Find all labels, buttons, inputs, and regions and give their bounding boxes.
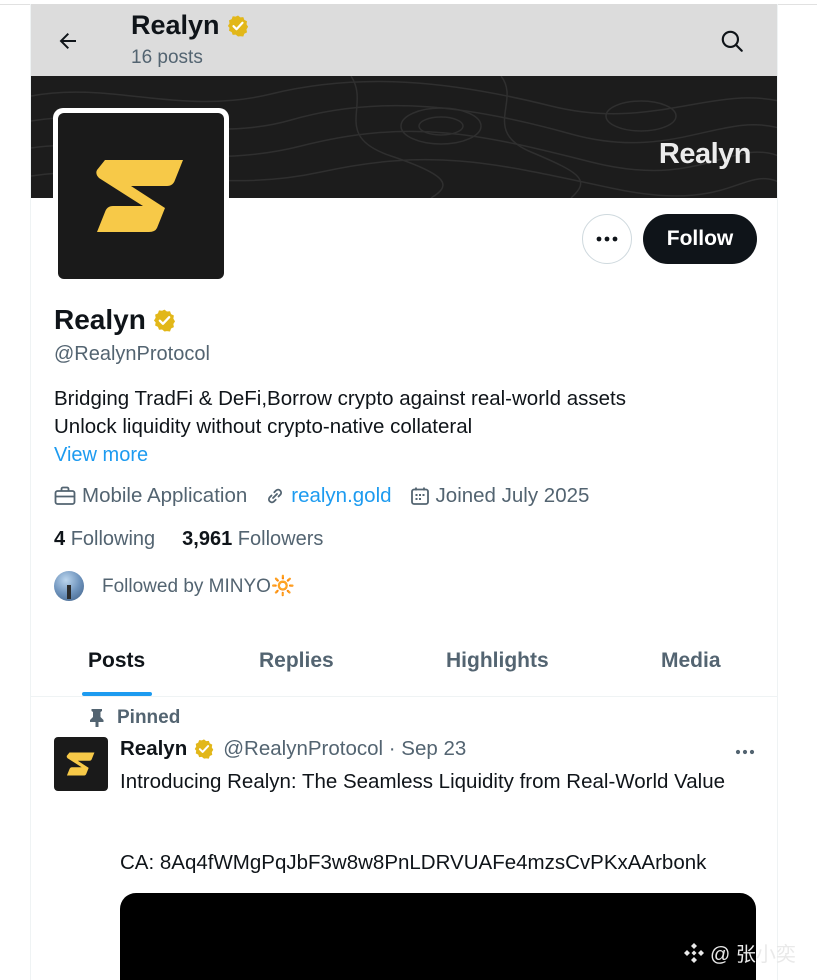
tab-highlights[interactable]: Highlights — [446, 649, 549, 673]
bio-line: Unlock liquidity without crypto-native c… — [54, 415, 473, 438]
verified-badge-icon[interactable] — [193, 738, 215, 760]
binance-logo-icon — [684, 942, 704, 963]
profile-tabs: Posts Replies Highlights Media — [31, 629, 777, 697]
arrow-left-icon — [59, 33, 76, 49]
calendar-icon — [410, 487, 429, 505]
follow-button[interactable]: Follow — [643, 214, 757, 264]
following-label: Following — [70, 528, 156, 550]
more-horizontal-icon — [735, 749, 755, 755]
profile-avatar[interactable] — [53, 108, 229, 284]
bio-line: Bridging TradFi & DeFi,Borrow crypto aga… — [54, 387, 626, 410]
post-contract-address: CA: 8Aq4fWMgPqJbF3w8w8PnLDRVUAFe4mzsCvPK… — [120, 851, 707, 874]
search-button[interactable] — [715, 24, 749, 58]
profile-header: Realyn 16 posts — [31, 4, 777, 76]
more-horizontal-icon — [596, 236, 618, 242]
following-link[interactable]: 4 Following — [54, 528, 155, 551]
view-more-link[interactable]: View more — [54, 444, 148, 467]
verified-badge-icon[interactable] — [152, 308, 177, 333]
tab-posts[interactable]: Posts — [88, 649, 145, 673]
profile-page: Realyn 16 posts Realyn Follow Realyn @Re… — [30, 4, 778, 980]
followed-by-row[interactable]: Followed by MINYO🔆 — [54, 571, 295, 601]
category-item: Mobile Application — [54, 484, 247, 508]
post-header: Realyn @RealynProtocol · Sep 23 — [120, 737, 466, 761]
joined-date: Joined July 2025 — [435, 484, 590, 507]
pinned-label: Pinned — [117, 707, 181, 728]
followers-count: 3,961 — [182, 528, 233, 550]
post-author-name[interactable]: Realyn — [120, 737, 187, 761]
profile-name-row: Realyn — [54, 304, 177, 336]
watermark-text: @ 张小奕 — [710, 944, 796, 966]
website-item: realyn.gold — [265, 484, 392, 508]
back-button[interactable] — [51, 24, 85, 58]
pin-icon — [90, 709, 104, 727]
verified-badge-icon — [227, 15, 248, 36]
followed-by-text: Followed by MINYO🔆 — [102, 576, 295, 597]
active-tab-indicator — [82, 692, 152, 696]
website-link[interactable]: realyn.gold — [291, 484, 391, 508]
search-icon — [721, 30, 743, 52]
profile-meta: Mobile Application realyn.gold Joined Ju… — [54, 484, 607, 508]
tab-replies[interactable]: Replies — [259, 649, 334, 673]
header-post-count: 16 posts — [131, 47, 203, 68]
followers-link[interactable]: 3,961 Followers — [182, 528, 323, 551]
post-text: Introducing Realyn: The Seamless Liquidi… — [120, 770, 726, 793]
tab-media[interactable]: Media — [661, 649, 721, 673]
profile-name: Realyn — [54, 304, 146, 335]
joined-item: Joined July 2025 — [410, 484, 590, 508]
post-more-button[interactable] — [731, 741, 759, 763]
post-media[interactable] — [120, 893, 756, 980]
banner-wordmark: Realyn — [658, 138, 752, 170]
following-count: 4 — [54, 528, 66, 550]
header-title-row: Realyn — [131, 10, 250, 41]
realyn-logo-icon — [96, 160, 183, 232]
followers-label: Followers — [237, 528, 324, 550]
follower-avatar — [54, 571, 84, 601]
profile-bio: Bridging TradFi & DeFi,Borrow crypto aga… — [54, 385, 754, 441]
realyn-logo-icon — [66, 752, 95, 776]
category-label: Mobile Application — [82, 484, 248, 507]
more-options-button[interactable] — [582, 214, 632, 264]
post-author-handle-date[interactable]: @RealynProtocol · Sep 23 — [223, 737, 466, 761]
link-icon — [268, 488, 283, 504]
pinned-label-row: Pinned — [89, 707, 180, 729]
post-author-avatar[interactable] — [54, 737, 108, 791]
avatar-logo-bg — [58, 113, 224, 279]
profile-handle: @RealynProtocol — [54, 343, 210, 365]
header-title: Realyn — [131, 10, 220, 40]
watermark: @ 张小奕 — [682, 938, 796, 967]
follow-stats: 4 Following 3,961 Followers — [54, 528, 323, 551]
briefcase-icon — [54, 486, 76, 505]
